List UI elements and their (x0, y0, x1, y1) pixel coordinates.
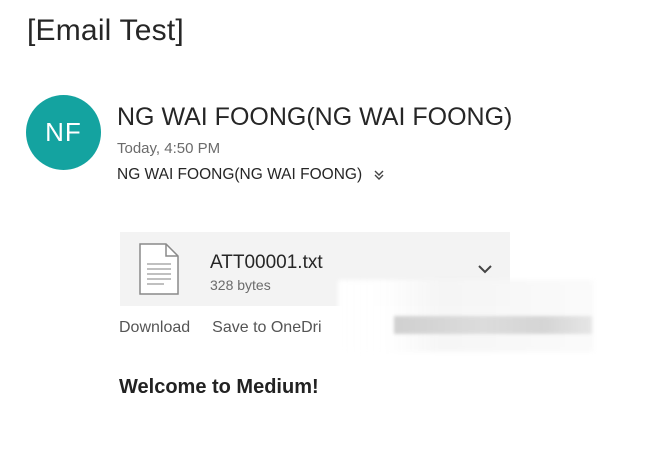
email-reading-pane: [Email Test] NF NG WAI FOONG(NG WAI FOON… (0, 0, 668, 456)
sender-avatar[interactable]: NF (26, 95, 101, 170)
avatar-initials: NF (45, 117, 82, 147)
save-to-onedrive-link[interactable]: Save to OneDri (212, 319, 321, 337)
email-subject: [Email Test] (27, 14, 184, 47)
attachment-file-size: 328 bytes (210, 277, 271, 293)
attachment-file-name: ATT00001.txt (210, 252, 323, 273)
download-link[interactable]: Download (119, 319, 190, 337)
sender-name[interactable]: NG WAI FOONG(NG WAI FOONG) (117, 103, 512, 132)
double-chevron-down-icon[interactable] (372, 168, 386, 182)
attachment-actions: Download Save to OneDri (119, 319, 322, 337)
email-body-text: Welcome to Medium! (119, 376, 319, 398)
recipient-row: NG WAI FOONG(NG WAI FOONG) (117, 166, 386, 184)
chevron-down-icon[interactable] (476, 260, 494, 278)
recipient-name[interactable]: NG WAI FOONG(NG WAI FOONG) (117, 166, 362, 184)
sent-timestamp: Today, 4:50 PM (117, 140, 221, 157)
blurred-redaction-bar (394, 316, 592, 334)
text-file-icon (139, 243, 179, 295)
